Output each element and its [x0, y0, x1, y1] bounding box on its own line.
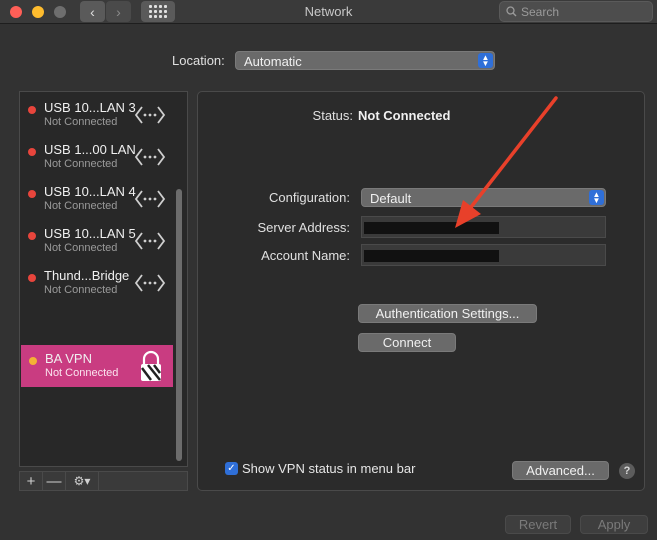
revert-button[interactable]: Revert: [505, 515, 571, 534]
service-item-usb-lan-3[interactable]: USB 10...LAN 3 Not Connected: [20, 94, 174, 136]
service-item-usb-100-lan[interactable]: USB 1...00 LAN Not Connected: [20, 136, 174, 178]
ethernet-arrows-icon: [134, 274, 166, 292]
detail-panel: [197, 91, 645, 491]
status-label: Status:: [312, 108, 353, 123]
ethernet-arrows-icon: [134, 190, 166, 208]
service-item-thunderbolt-bridge[interactable]: Thund...Bridge Not Connected: [20, 262, 174, 304]
location-value: Automatic: [244, 54, 302, 69]
service-status: Not Connected: [44, 242, 118, 254]
status-dot-red: [28, 232, 36, 240]
service-status: Not Connected: [44, 284, 118, 296]
help-button[interactable]: ?: [619, 463, 635, 479]
server-address-field[interactable]: [361, 216, 606, 238]
title-bar: ‹ › Network: [0, 0, 657, 24]
service-name: Thund...Bridge: [44, 268, 130, 283]
account-name-field[interactable]: [361, 244, 606, 266]
service-name: USB 10...LAN 3: [44, 100, 136, 115]
show-vpn-status-label: Show VPN status in menu bar: [242, 461, 416, 476]
popup-stepper-icon: ▲ ▼: [589, 190, 604, 205]
vpn-lock-icon: [141, 350, 161, 381]
show-vpn-status-checkbox[interactable]: ✓: [225, 462, 238, 475]
service-status: Not Connected: [44, 116, 118, 128]
gear-menu-button[interactable]: ⚙▾: [66, 472, 99, 490]
service-item-usb-lan-5[interactable]: USB 10...LAN 5 Not Connected: [20, 220, 174, 262]
checkmark-icon: ✓: [227, 463, 236, 474]
service-status: Not Connected: [45, 367, 119, 379]
status-dot-red: [28, 274, 36, 282]
remove-service-button[interactable]: —: [43, 472, 66, 490]
advanced-button[interactable]: Advanced...: [512, 461, 609, 480]
redacted-text: [364, 222, 499, 234]
account-name-label: Account Name:: [261, 248, 350, 263]
configuration-label: Configuration:: [269, 190, 350, 205]
service-item-usb-lan-4[interactable]: USB 10...LAN 4 Not Connected: [20, 178, 174, 220]
sidebar-scrollbar[interactable]: [176, 189, 182, 461]
status-dot-red: [28, 106, 36, 114]
location-popup[interactable]: Automatic ▲ ▼: [235, 51, 495, 70]
redacted-text: [364, 250, 499, 262]
status-value: Not Connected: [358, 108, 451, 123]
status-dot-yellow: [29, 357, 37, 365]
service-name: USB 1...00 LAN: [44, 142, 136, 157]
service-item-ba-vpn[interactable]: BA VPN Not Connected: [21, 345, 173, 387]
service-name: USB 10...LAN 5: [44, 226, 136, 241]
status-dot-red: [28, 148, 36, 156]
search-field[interactable]: [499, 1, 653, 22]
status-dot-red: [28, 190, 36, 198]
add-service-button[interactable]: +: [20, 472, 43, 490]
service-name: USB 10...LAN 4: [44, 184, 136, 199]
service-status: Not Connected: [44, 200, 118, 212]
service-list[interactable]: USB 10...LAN 3 Not Connected USB 1...00 …: [19, 91, 188, 467]
service-name: BA VPN: [45, 351, 92, 366]
server-address-label: Server Address:: [257, 220, 351, 235]
search-icon: [506, 6, 517, 17]
ethernet-arrows-icon: [134, 148, 166, 166]
configuration-value: Default: [370, 191, 412, 206]
service-status: Not Connected: [44, 158, 118, 170]
ethernet-arrows-icon: [134, 232, 166, 250]
configuration-popup[interactable]: Default ▲ ▼: [361, 188, 606, 207]
apply-button[interactable]: Apply: [580, 515, 648, 534]
sidebar-footer: + — ⚙▾: [19, 471, 188, 491]
popup-stepper-icon: ▲ ▼: [478, 53, 493, 68]
location-label: Location:: [172, 53, 225, 68]
ethernet-arrows-icon: [134, 106, 166, 124]
connect-button[interactable]: Connect: [358, 333, 456, 352]
authentication-settings-button[interactable]: Authentication Settings...: [358, 304, 537, 323]
search-input[interactable]: [521, 4, 641, 19]
gear-icon: ⚙▾: [73, 474, 91, 488]
